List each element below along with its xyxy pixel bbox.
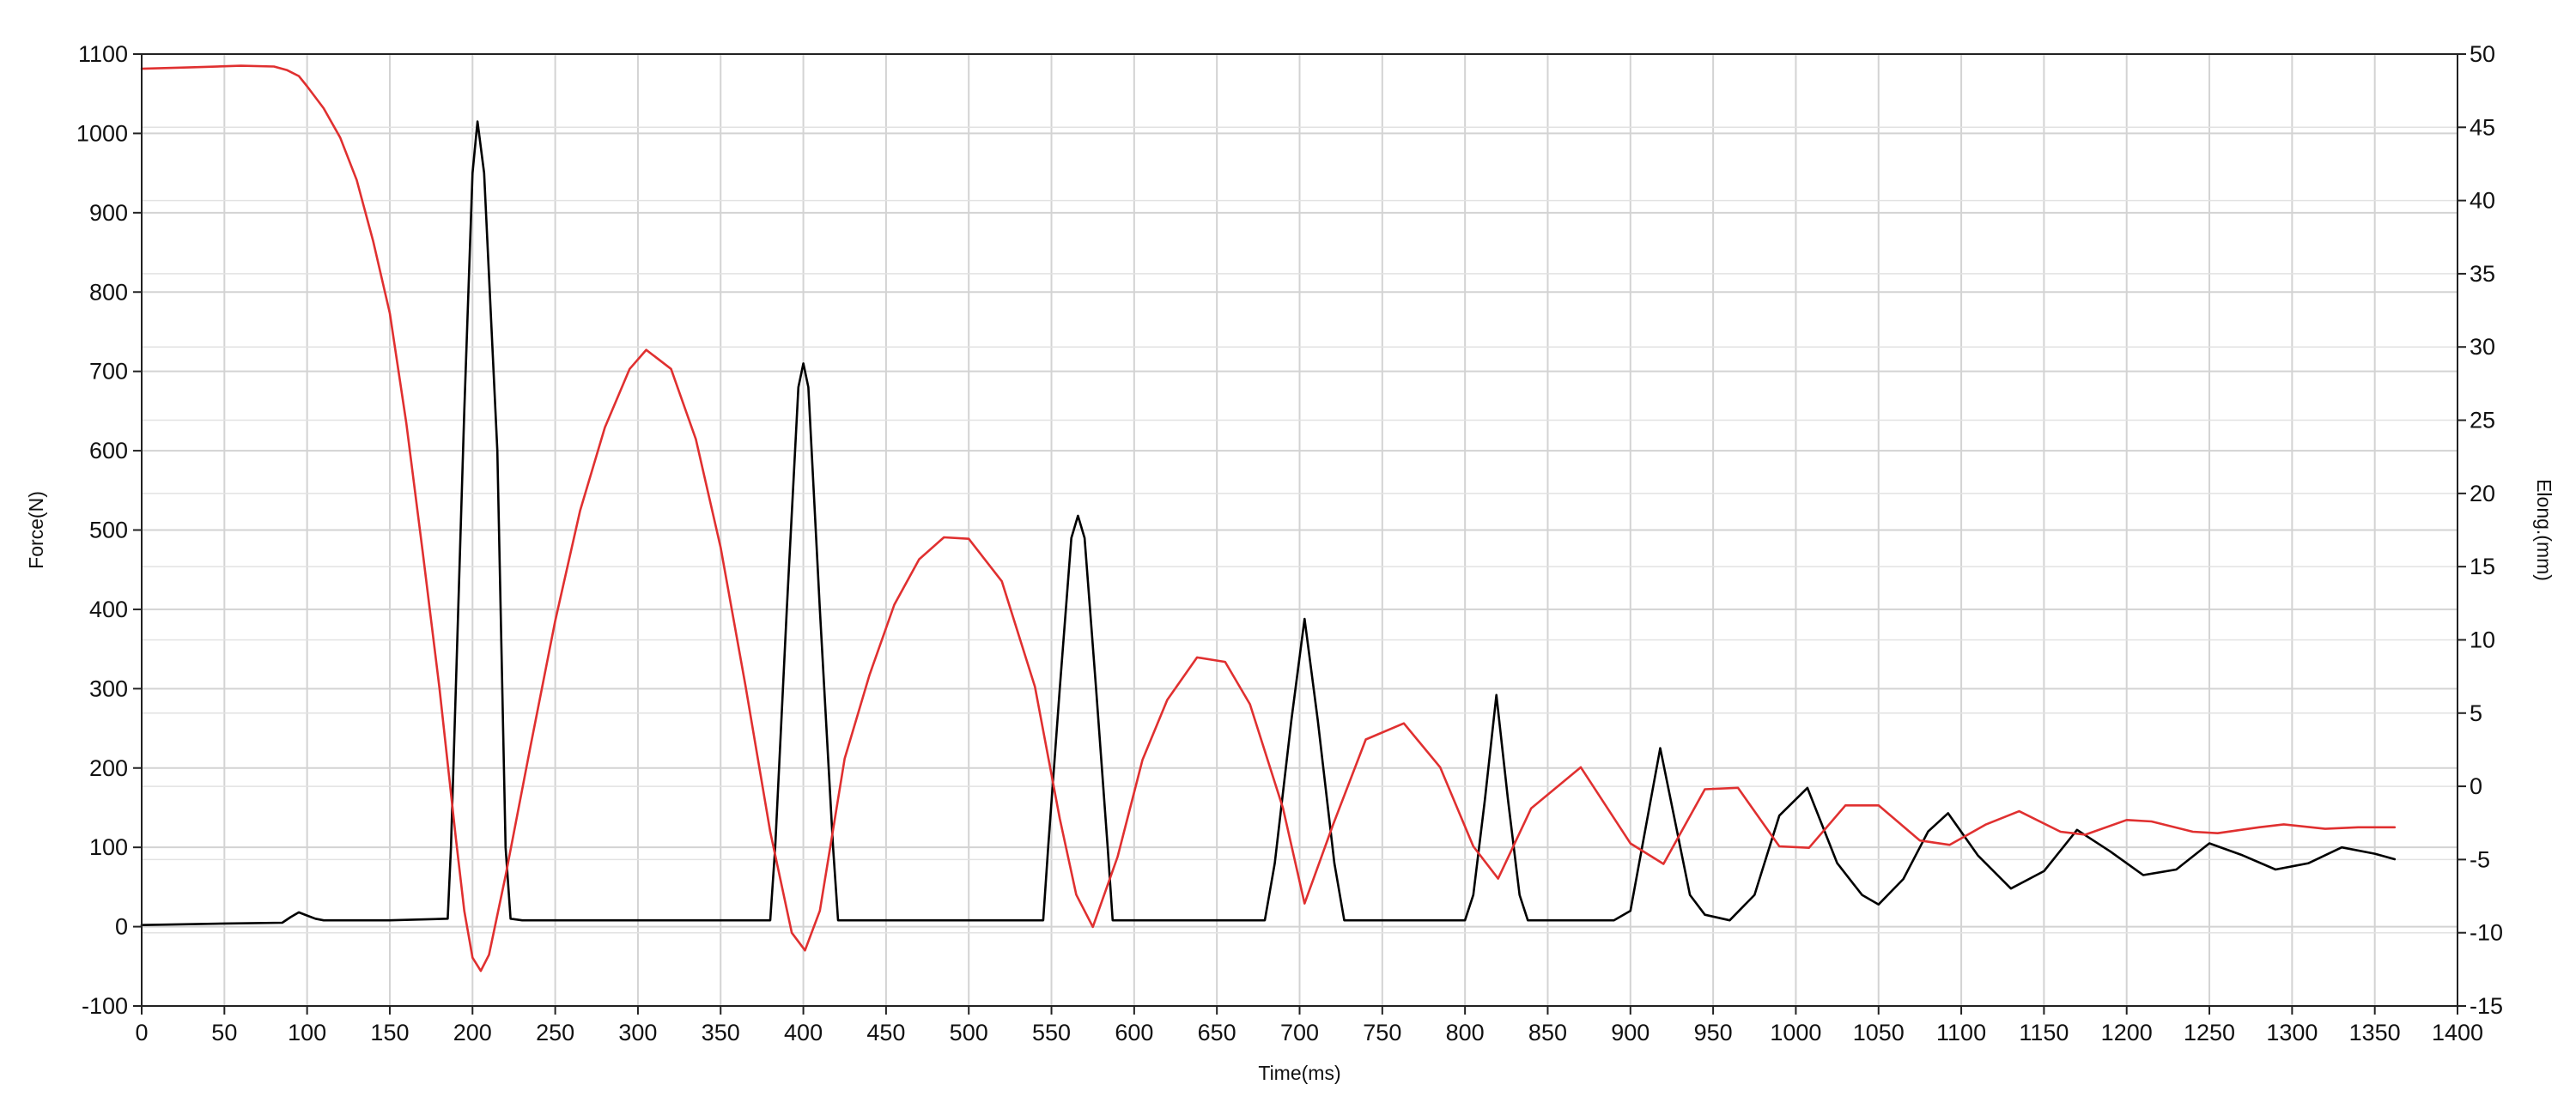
x-tick-label: 1000 xyxy=(1770,1020,1821,1045)
y-right-tick-label: 0 xyxy=(2470,773,2482,799)
x-tick-label: 650 xyxy=(1198,1020,1236,1045)
y-right-tick-label: 10 xyxy=(2470,627,2495,652)
x-tick-label: 600 xyxy=(1115,1020,1153,1045)
x-tick-label: 1350 xyxy=(2349,1020,2401,1045)
x-tick-label: 850 xyxy=(1528,1020,1567,1045)
chart-background xyxy=(0,0,2576,1115)
x-tick-label: 550 xyxy=(1032,1020,1071,1045)
x-tick-label: 100 xyxy=(288,1020,326,1045)
y-right-tick-label: 40 xyxy=(2470,188,2495,214)
x-tick-label: 750 xyxy=(1363,1020,1401,1045)
x-tick-label: 1300 xyxy=(2266,1020,2318,1045)
y-left-tick-label: 400 xyxy=(89,597,128,622)
y-left-tick-label: 1100 xyxy=(78,41,128,67)
y-right-tick-label: 5 xyxy=(2470,700,2482,726)
y-left-tick-label: 800 xyxy=(89,279,128,305)
x-tick-label: 1100 xyxy=(1936,1020,1986,1045)
y-axis-right-title: Elong.(mm) xyxy=(2533,479,2555,581)
y-left-tick-label: -100 xyxy=(82,993,128,1019)
y-left-tick-label: 900 xyxy=(89,200,128,226)
x-tick-label: 1250 xyxy=(2184,1020,2235,1045)
x-tick-label: 950 xyxy=(1694,1020,1733,1045)
y-left-tick-label: 600 xyxy=(89,438,128,464)
x-tick-label: 50 xyxy=(211,1020,237,1045)
x-tick-label: 0 xyxy=(135,1020,148,1045)
y-left-tick-label: 100 xyxy=(89,834,128,860)
x-tick-label: 400 xyxy=(784,1020,823,1045)
y-right-tick-label: 15 xyxy=(2470,554,2495,579)
y-left-tick-label: 700 xyxy=(89,359,128,385)
x-tick-label: 150 xyxy=(370,1020,409,1045)
y-left-tick-label: 500 xyxy=(89,518,128,543)
y-right-tick-label: -10 xyxy=(2470,920,2503,946)
x-tick-label: 450 xyxy=(866,1020,905,1045)
chart: 0 50 100 150 200 250 300 350 400 450 500 550 600 650 7… xyxy=(0,0,2576,1115)
x-tick-label: 300 xyxy=(618,1020,657,1045)
x-tick-label: 800 xyxy=(1446,1020,1485,1045)
y-left-tick-label: 1000 xyxy=(76,120,128,146)
y-right-tick-label: -5 xyxy=(2470,846,2490,872)
y-right-tick-label: 25 xyxy=(2470,408,2495,433)
y-left-tick-label: 200 xyxy=(89,755,128,781)
x-tick-label: 250 xyxy=(536,1020,574,1045)
x-tick-label: 1200 xyxy=(2101,1020,2153,1045)
x-tick-label: 1150 xyxy=(2019,1020,2069,1045)
y-right-tick-label: -15 xyxy=(2470,993,2503,1019)
x-tick-label: 500 xyxy=(950,1020,988,1045)
x-tick-label: 1400 xyxy=(2432,1020,2483,1045)
x-tick-label: 350 xyxy=(702,1020,740,1045)
x-tick-label: 200 xyxy=(453,1020,492,1045)
x-tick-label: 900 xyxy=(1611,1020,1649,1045)
y-right-tick-label: 20 xyxy=(2470,481,2495,506)
x-tick-label: 700 xyxy=(1280,1020,1319,1045)
y-left-tick-label: 0 xyxy=(115,914,128,940)
x-tick-label: 1050 xyxy=(1853,1020,1905,1045)
x-axis-title: Time(ms) xyxy=(1258,1062,1340,1084)
y-right-tick-label: 30 xyxy=(2470,334,2495,360)
y-left-tick-label: 300 xyxy=(89,676,128,701)
y-right-tick-label: 35 xyxy=(2470,261,2495,287)
y-right-tick-label: 45 xyxy=(2470,114,2495,140)
y-right-tick-label: 50 xyxy=(2470,41,2495,67)
y-axis-left-title: Force(N) xyxy=(25,491,47,569)
